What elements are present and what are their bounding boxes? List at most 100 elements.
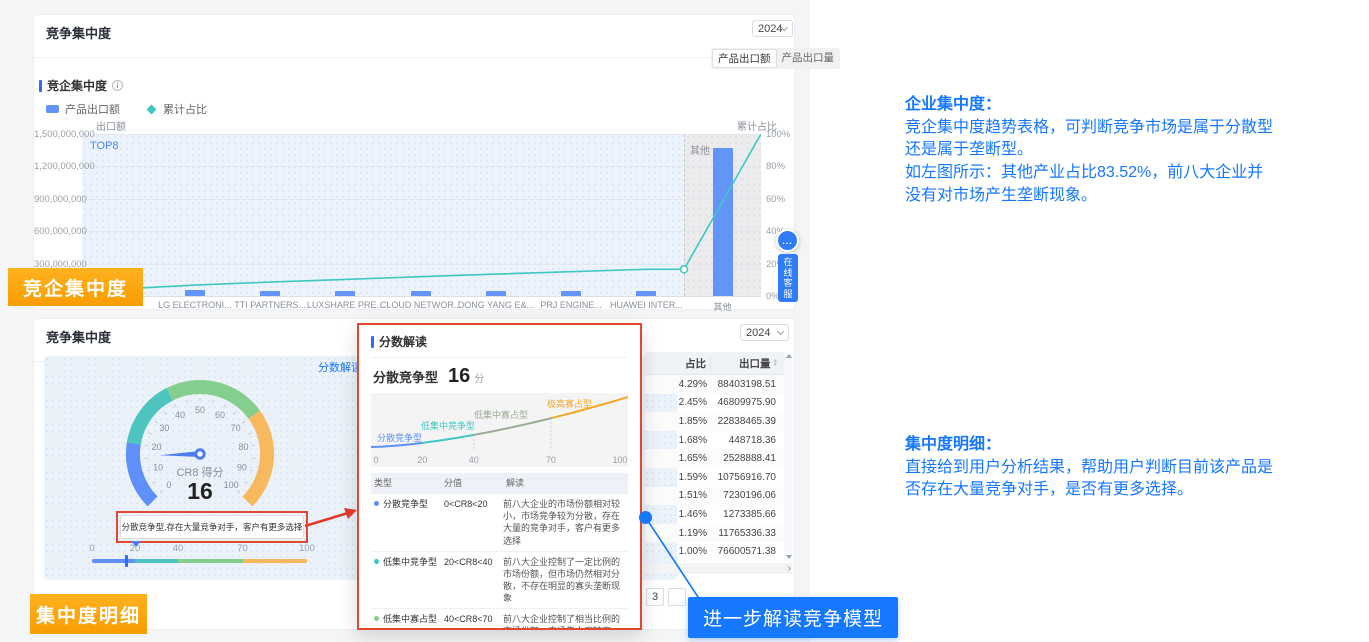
tooltip-header: 分数解读 (371, 333, 628, 358)
pareto-chart-plot: TOP8 其他 (82, 134, 761, 296)
share-table-row[interactable]: 1.85%22838465.39 (645, 412, 784, 431)
score-unit: 分 (474, 370, 484, 385)
slider-stop-label: 70 (237, 543, 248, 554)
score-table-row: 分散竞争型0<CR8<20前八大企业的市场份额相对较小，市场竞争较为分散，存在大… (371, 493, 628, 551)
share-table-row[interactable]: 1.59%10756916.70 (645, 468, 784, 487)
score-table-row: 低集中竞争型20<CR8<40前八大企业控制了一定比例的市场份额，但市场仍然相对… (371, 551, 628, 609)
score-ranges-table: 类型 分值 解读 分散竞争型0<CR8<20前八大企业的市场份额相对较小，市场竞… (371, 473, 628, 630)
scroll-down-icon[interactable] (786, 555, 792, 559)
scroll-right-icon[interactable]: › (788, 563, 791, 574)
gauge-score-value: 16 (110, 478, 290, 505)
curve-segment-label: 分散竞争型 (377, 431, 422, 444)
curve-segment-label: 极高寡占型 (547, 397, 592, 410)
unit-toggle: 产品出口额 产品出口量 (711, 48, 840, 69)
score-explain-tooltip: 分数解读 分散竞争型 16 分 分散竞争型低集中竞争型低集中寡占型极高寡占型 0… (357, 323, 642, 630)
competition-concentration-card-top: 竞争集中度 2024 产品出口额 产品出口量 竞企集中度 产品出口额 累计占比 … (33, 14, 795, 310)
year-select[interactable]: 2024 (752, 20, 793, 37)
sort-icon[interactable]: ▲▼ (773, 359, 778, 368)
share-table-row[interactable]: 4.29%88403198.51 (645, 375, 784, 394)
share-table-row[interactable]: 1.68%448718.36 (645, 431, 784, 450)
year-select-value: 2024 (758, 23, 782, 35)
connector-line (640, 512, 710, 604)
y-tick: 1,200,000,000 (34, 161, 78, 172)
legend-line-swatch (147, 104, 157, 114)
svg-text:60: 60 (215, 410, 225, 420)
scroll-up-icon[interactable] (786, 354, 792, 358)
card2-title: 竞争集中度 (46, 327, 111, 346)
cr8-gauge: 0102030405060708090100 CR8 得分 16 (110, 370, 290, 520)
interpret-model-button[interactable]: 进一步解读竞争模型 (688, 597, 898, 638)
slider-stop-label: 100 (299, 543, 315, 554)
annotation-block-company-concentration: 企业集中度： 竞企集中度趋势表格，可判断竞争市场是属于分散型还是属于垄断型。 如… (905, 94, 1273, 208)
info-icon[interactable] (112, 80, 123, 91)
chevron-down-icon (781, 24, 788, 31)
annotation-heading: 企业集中度： (905, 94, 1273, 117)
score-type: 分散竞争型 (373, 367, 438, 386)
verdict-annotation-box: 分散竞争型,存在大量竞争对手，客户有更多选择 (116, 511, 308, 543)
slider-marker[interactable] (125, 555, 128, 567)
y-tick: 1,500,000,000 (34, 129, 78, 140)
annotation-line: 如左图所示：其他产业占比83.52%，前八大企业并没有对市场产生垄断现象。 (905, 162, 1273, 207)
section-accent-bar (371, 336, 374, 348)
red-arrow-annotation (302, 504, 360, 532)
card1-title: 竞争集中度 (46, 23, 111, 42)
toggle-export-volume[interactable]: 产品出口量 (777, 49, 840, 68)
label-flag-concentration-detail: 集中度明细 (30, 594, 147, 634)
y-tick: 900,000,000 (34, 194, 78, 205)
svg-text:50: 50 (195, 405, 205, 415)
cumulative-line-series (82, 134, 761, 296)
section-header: 竞企集中度 (39, 77, 123, 94)
svg-text:70: 70 (231, 423, 241, 433)
col-share[interactable]: 占比 (645, 356, 711, 371)
slider-stop-label: 0 (89, 543, 94, 554)
score-table-header: 类型 分值 解读 (371, 473, 628, 493)
x-axis-line (82, 296, 761, 297)
share-table-row[interactable]: 1.51%7230196.06 (645, 487, 784, 506)
screenshot-stage: 竞争集中度 2024 产品出口额 产品出口量 竞企集中度 产品出口额 累计占比 … (0, 0, 1369, 642)
share-table-row[interactable]: 1.65%2528888.41 (645, 449, 784, 468)
tooltip-score: 分散竞争型 16 分 (373, 365, 628, 388)
svg-text:30: 30 (159, 423, 169, 433)
share-table-header: 占比 出口量 ▲▼ (645, 352, 784, 375)
legend-bar-label[interactable]: 产品出口额 (65, 101, 120, 117)
score-slider[interactable]: 0204070100 (92, 543, 307, 573)
connector-dot (639, 511, 652, 524)
slider-stop-label: 40 (173, 543, 184, 554)
divider (34, 57, 794, 58)
y-tick: 600,000,000 (34, 226, 78, 237)
label-flag-company-concentration: 竞企集中度 (8, 268, 143, 306)
annotation-block-concentration-detail: 集中度明细： 直接给到用户分析结果，帮助用户判断目前该产品是否存在大量竞争对手，… (905, 434, 1273, 502)
chevron-down-icon (777, 328, 784, 335)
chat-dots-icon[interactable]: ... (776, 229, 799, 252)
annotation-line: 竞企集中度趋势表格，可判断竞争市场是属于分散型还是属于垄断型。 (905, 117, 1273, 162)
curve-x-label: 20 (417, 455, 427, 465)
year-select-value: 2024 (746, 327, 770, 339)
annotation-heading: 集中度明细： (905, 434, 1273, 457)
chart-legend: 产品出口额 累计占比 (46, 101, 207, 117)
verdict-text: 分散竞争型,存在大量竞争对手，客户有更多选择 (120, 515, 304, 539)
svg-text:80: 80 (238, 442, 248, 452)
online-service-button[interactable]: 在 线 客 服 (778, 254, 798, 302)
toggle-export-value[interactable]: 产品出口额 (712, 49, 777, 68)
year-select[interactable]: 2024 (740, 324, 789, 341)
curve-segment-label: 低集中寡占型 (474, 408, 528, 421)
section-accent-bar (39, 80, 42, 92)
curve-x-label: 40 (469, 455, 479, 465)
curve-x-label: 0 (373, 455, 378, 465)
svg-text:40: 40 (175, 410, 185, 420)
vertical-scrollbar[interactable] (784, 352, 793, 561)
y2-tick: 80% (766, 161, 785, 172)
verdict-pointer (131, 541, 141, 547)
col-volume[interactable]: 出口量 ▲▼ (711, 356, 781, 371)
score-table-row: 低集中寡占型40<CR8<70前八大企业控制了相当比例的市场份额，市场集中度较高 (371, 608, 628, 630)
y-axis-title: 出口额 (96, 118, 126, 133)
curve-segment-label: 低集中竞争型 (421, 419, 475, 432)
y2-tick: 60% (766, 194, 785, 205)
legend-line-label[interactable]: 累计占比 (163, 101, 207, 117)
svg-text:20: 20 (152, 442, 162, 452)
curve-x-label: 100 (612, 455, 627, 465)
curve-x-label: 70 (546, 455, 556, 465)
x-axis-label: 其他 (678, 300, 768, 313)
share-table-row[interactable]: 2.45%46809975.90 (645, 394, 784, 413)
section-title: 竞企集中度 (47, 77, 107, 94)
